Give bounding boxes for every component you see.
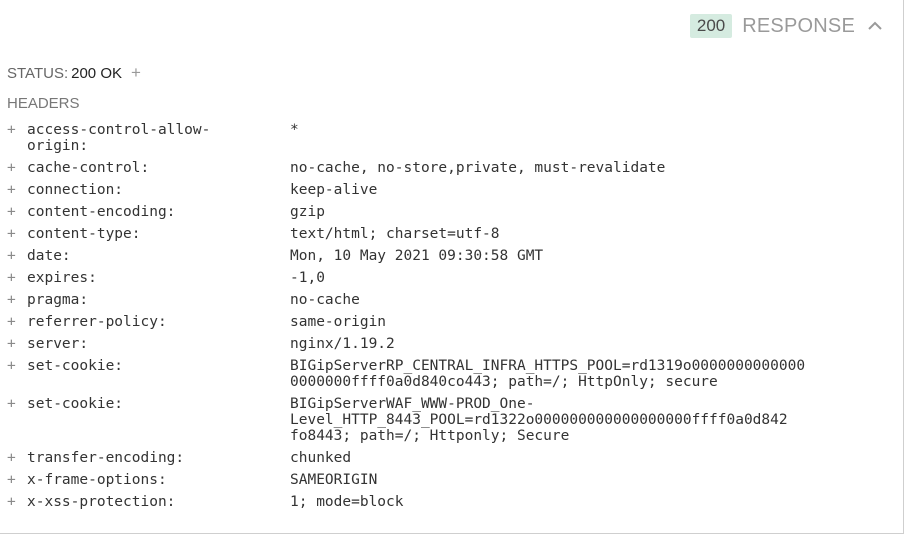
header-row: + x-frame-options: SAMEORIGIN bbox=[7, 472, 897, 488]
header-row: + x-xss-protection: 1; mode=block bbox=[7, 494, 897, 510]
header-row: + transfer-encoding: chunked bbox=[7, 450, 897, 466]
add-header-icon[interactable]: + bbox=[7, 248, 27, 264]
header-key: set-cookie: bbox=[27, 396, 124, 412]
header-row: + content-type: text/html; charset=utf-8 bbox=[7, 226, 897, 242]
header-row: + cache-control: no-cache, no-store,privat… bbox=[7, 160, 897, 176]
header-key: content-type: bbox=[27, 226, 141, 242]
add-header-icon[interactable]: + bbox=[7, 292, 27, 308]
header-key: x-xss-protection: bbox=[27, 494, 176, 510]
header-key: date: bbox=[27, 248, 71, 264]
header-row: + connection: keep-alive bbox=[7, 182, 897, 198]
header-value: same-origin bbox=[290, 314, 387, 330]
header-value: Mon, 10 May 2021 09:30:58 GMT bbox=[290, 248, 544, 264]
header-row: + date: Mon, 10 May 2021 09:30:58 GMT bbox=[7, 248, 897, 264]
header-key: pragma: bbox=[27, 292, 89, 308]
header-key: referrer-policy: bbox=[27, 314, 167, 330]
add-header-icon[interactable]: + bbox=[7, 336, 27, 352]
header-key: cache-control: bbox=[27, 160, 150, 176]
header-value: * bbox=[290, 122, 299, 138]
add-header-icon[interactable]: + bbox=[7, 450, 27, 466]
header-value: 1; mode=block bbox=[290, 494, 404, 510]
header-value: keep-alive bbox=[290, 182, 378, 198]
header-key: server: bbox=[27, 336, 89, 352]
header-row: + expires: -1,0 bbox=[7, 270, 897, 286]
header-key: connection: bbox=[27, 182, 124, 198]
headers-label: HEADERS bbox=[7, 95, 80, 112]
header-value: nginx/1.19.2 bbox=[290, 336, 395, 352]
header-row: + set-cookie: BIGipServerWAF_WWW-PROD_One-… bbox=[7, 396, 897, 444]
header-value: SAMEORIGIN bbox=[290, 472, 378, 488]
header-value: -1,0 bbox=[290, 270, 325, 286]
add-header-icon[interactable]: + bbox=[7, 226, 27, 242]
add-header-icon[interactable]: + bbox=[7, 472, 27, 488]
header-key: content-encoding: bbox=[27, 204, 176, 220]
add-header-icon[interactable]: + bbox=[7, 270, 27, 286]
header-key: expires: bbox=[27, 270, 97, 286]
add-header-icon[interactable]: + bbox=[7, 182, 27, 198]
header-row: + referrer-policy: same-origin bbox=[7, 314, 897, 330]
status-line: STATUS: 200 OK + bbox=[7, 63, 141, 83]
header-row: + access-control-allow- origin: * bbox=[7, 122, 897, 154]
response-title: RESPONSE bbox=[742, 14, 855, 37]
header-value: BIGipServerRP_CENTRAL_INFRA_HTTPS_POOL=r… bbox=[290, 358, 806, 390]
header-key: access-control-allow- origin: bbox=[27, 122, 211, 154]
header-key: set-cookie: bbox=[27, 358, 124, 374]
add-header-icon[interactable]: + bbox=[7, 396, 27, 444]
header-key: transfer-encoding: bbox=[27, 450, 185, 466]
add-header-icon[interactable]: + bbox=[7, 160, 27, 176]
header-key: x-frame-options: bbox=[27, 472, 167, 488]
header-value: text/html; charset=utf-8 bbox=[290, 226, 500, 242]
add-header-icon[interactable]: + bbox=[7, 358, 27, 390]
header-value: no-cache bbox=[290, 292, 360, 308]
add-status-icon[interactable]: + bbox=[131, 63, 141, 83]
header-value: BIGipServerWAF_WWW-PROD_One- Level_HTTP_… bbox=[290, 396, 788, 444]
header-value: gzip bbox=[290, 204, 325, 220]
response-panel: 200 RESPONSE STATUS: 200 OK + HEADERS + a… bbox=[0, 0, 904, 534]
status-label: STATUS: bbox=[7, 64, 69, 82]
header-row: + set-cookie: BIGipServerRP_CENTRAL_INFRA_… bbox=[7, 358, 897, 390]
chevron-up-icon[interactable] bbox=[865, 16, 885, 36]
headers-list: + access-control-allow- origin: * + cache-co… bbox=[7, 122, 897, 516]
header-row: + pragma: no-cache bbox=[7, 292, 897, 308]
header-row: + content-encoding: gzip bbox=[7, 204, 897, 220]
status-code-badge: 200 bbox=[689, 14, 733, 38]
add-header-icon[interactable]: + bbox=[7, 494, 27, 510]
response-header[interactable]: 200 RESPONSE bbox=[689, 13, 885, 39]
header-value: chunked bbox=[290, 450, 352, 466]
add-header-icon[interactable]: + bbox=[7, 204, 27, 220]
status-value: 200 OK bbox=[71, 64, 122, 82]
header-row: + server: nginx/1.19.2 bbox=[7, 336, 897, 352]
add-header-icon[interactable]: + bbox=[7, 314, 27, 330]
header-value: no-cache, no-store,private, must-revalid… bbox=[290, 160, 666, 176]
add-header-icon[interactable]: + bbox=[7, 122, 27, 154]
